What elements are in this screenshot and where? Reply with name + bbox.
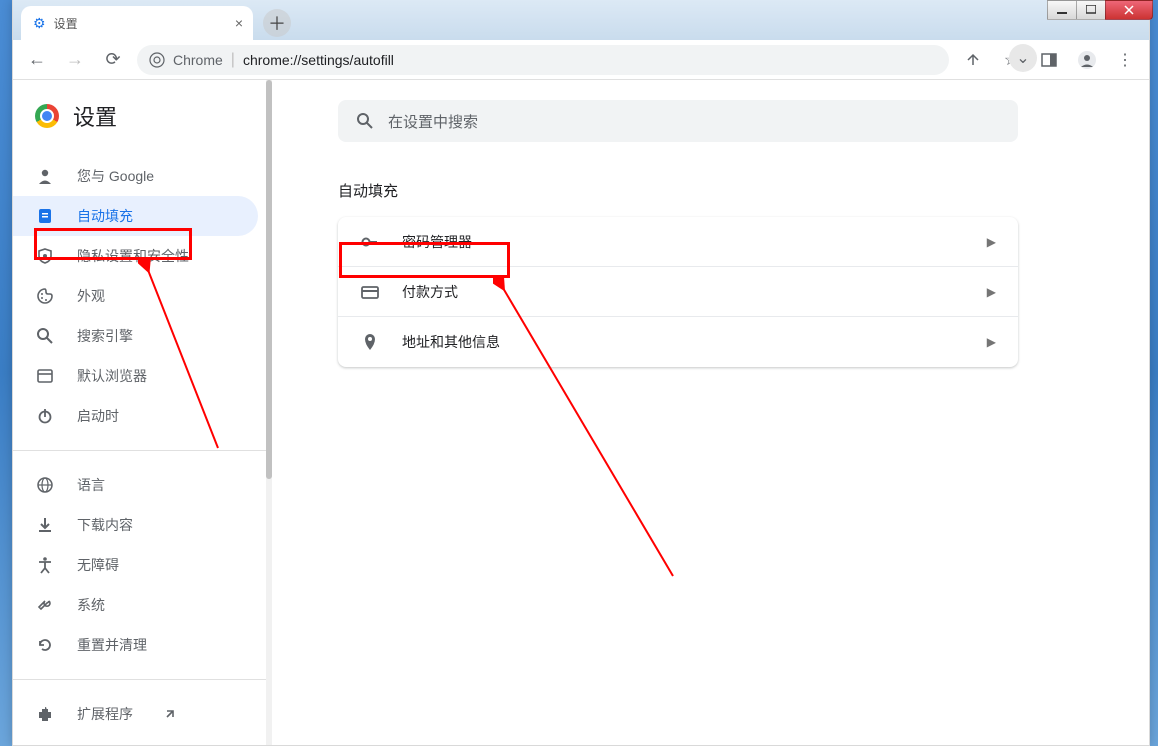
settings-row-location[interactable]: 地址和其他信息 ▶	[338, 317, 1018, 367]
sidebar-item-label: 搜索引擎	[77, 326, 133, 346]
settings-main: 在设置中搜索 自动填充 密码管理器 ▶ 付款方式 ▶ 地址和其他信息 ▶	[272, 80, 1149, 745]
row-label: 付款方式	[402, 282, 458, 302]
content-area: 设置 您与 Google 自动填充隐私设置和安全性外观搜索引擎默认浏览器启动时 语…	[13, 80, 1149, 745]
location-icon	[360, 332, 380, 352]
extension-icon	[35, 705, 55, 723]
wrench-icon	[35, 596, 55, 614]
maximize-button[interactable]	[1076, 0, 1106, 20]
settings-card: 密码管理器 ▶ 付款方式 ▶ 地址和其他信息 ▶	[338, 217, 1018, 367]
chevron-right-icon: ▶	[987, 335, 996, 349]
window-controls	[1033, 0, 1153, 20]
shield-icon	[35, 247, 55, 265]
sidebar-item-accessibility[interactable]: 无障碍	[13, 545, 258, 585]
sidebar-item-label: 扩展程序	[77, 704, 133, 724]
globe-icon	[35, 476, 55, 494]
search-icon	[35, 327, 55, 345]
sidebar-item-label: 自动填充	[77, 206, 133, 226]
key-icon	[360, 232, 380, 252]
forward-button[interactable]: →	[61, 46, 89, 74]
chevron-right-icon: ▶	[987, 235, 996, 249]
browser-icon	[35, 367, 55, 385]
sidebar-item-browser[interactable]: 默认浏览器	[13, 356, 258, 396]
sidebar-item-label: 启动时	[77, 406, 119, 426]
sidebar-item-shield[interactable]: 隐私设置和安全性	[13, 236, 258, 276]
sidebar-item-power[interactable]: 启动时	[13, 396, 258, 436]
restore-icon	[35, 636, 55, 654]
tab-strip: ⚙ 设置 × ＋	[13, 0, 1149, 40]
profile-icon[interactable]	[1073, 46, 1101, 74]
search-dropdown[interactable]: ⌄	[1009, 44, 1037, 72]
reload-button[interactable]: ⟳	[99, 46, 127, 74]
sidebar-title: 设置	[73, 100, 117, 132]
browser-toolbar: ← → ⟳ Chrome | chrome://settings/autofil…	[13, 40, 1149, 80]
sidepanel-icon[interactable]	[1035, 46, 1063, 74]
divider	[13, 450, 272, 451]
power-icon	[35, 407, 55, 425]
sidebar-item-person[interactable]: 您与 Google	[13, 156, 258, 196]
download-icon	[35, 516, 55, 534]
tab-close-icon[interactable]: ×	[235, 15, 243, 31]
sidebar-item-form[interactable]: 自动填充	[13, 196, 258, 236]
settings-row-card[interactable]: 付款方式 ▶	[338, 267, 1018, 317]
row-label: 密码管理器	[402, 232, 472, 252]
sidebar-item-restore[interactable]: 重置并清理	[13, 625, 258, 665]
url-text: chrome://settings/autofill	[243, 52, 394, 68]
sidebar-item-label: 系统	[77, 595, 105, 615]
sidebar-item-label: 隐私设置和安全性	[77, 246, 189, 266]
url-prefix: Chrome	[173, 52, 223, 68]
sidebar-item-label: 下载内容	[77, 515, 133, 535]
sidebar-item-extension[interactable]: 扩展程序	[13, 694, 258, 734]
minimize-button[interactable]	[1047, 0, 1077, 20]
sidebar-item-search[interactable]: 搜索引擎	[13, 316, 258, 356]
back-button[interactable]: ←	[23, 46, 51, 74]
palette-icon	[35, 287, 55, 305]
sidebar-item-label: 外观	[77, 286, 105, 306]
accessibility-icon	[35, 556, 55, 574]
address-bar[interactable]: Chrome | chrome://settings/autofill	[137, 45, 949, 75]
open-external-icon	[163, 707, 177, 721]
sidebar-item-label: 语言	[77, 475, 105, 495]
chrome-logo-icon	[35, 104, 59, 128]
tab-title: 设置	[54, 15, 78, 32]
settings-row-key[interactable]: 密码管理器 ▶	[338, 217, 1018, 267]
close-button[interactable]	[1105, 0, 1153, 20]
menu-icon[interactable]: ⋮	[1111, 46, 1139, 74]
sidebar-item-label: 您与 Google	[77, 166, 154, 186]
sidebar-item-label: 无障碍	[77, 555, 119, 575]
form-icon	[35, 207, 55, 225]
divider	[13, 679, 272, 680]
browser-tab-settings[interactable]: ⚙ 设置 ×	[21, 6, 253, 40]
sidebar-item-label: 默认浏览器	[77, 366, 147, 386]
share-icon[interactable]	[959, 46, 987, 74]
chevron-right-icon: ▶	[987, 285, 996, 299]
sidebar-item-palette[interactable]: 外观	[13, 276, 258, 316]
search-icon	[356, 112, 374, 130]
sidebar-item-label: 重置并清理	[77, 635, 147, 655]
browser-window: ⚙ 设置 × ＋ ← → ⟳ Chrome | chrome://setting…	[12, 0, 1150, 746]
settings-search[interactable]: 在设置中搜索	[338, 100, 1018, 142]
chrome-icon	[149, 52, 165, 68]
card-icon	[360, 282, 380, 302]
search-placeholder: 在设置中搜索	[388, 111, 478, 132]
sidebar-item-wrench[interactable]: 系统	[13, 585, 258, 625]
sidebar-item-globe[interactable]: 语言	[13, 465, 258, 505]
new-tab-button[interactable]: ＋	[263, 9, 291, 37]
gear-icon: ⚙	[33, 15, 46, 32]
sidebar-item-download[interactable]: 下载内容	[13, 505, 258, 545]
person-icon	[35, 167, 55, 185]
section-title: 自动填充	[338, 180, 1109, 201]
row-label: 地址和其他信息	[402, 332, 500, 352]
settings-sidebar: 设置 您与 Google 自动填充隐私设置和安全性外观搜索引擎默认浏览器启动时 语…	[13, 80, 272, 745]
